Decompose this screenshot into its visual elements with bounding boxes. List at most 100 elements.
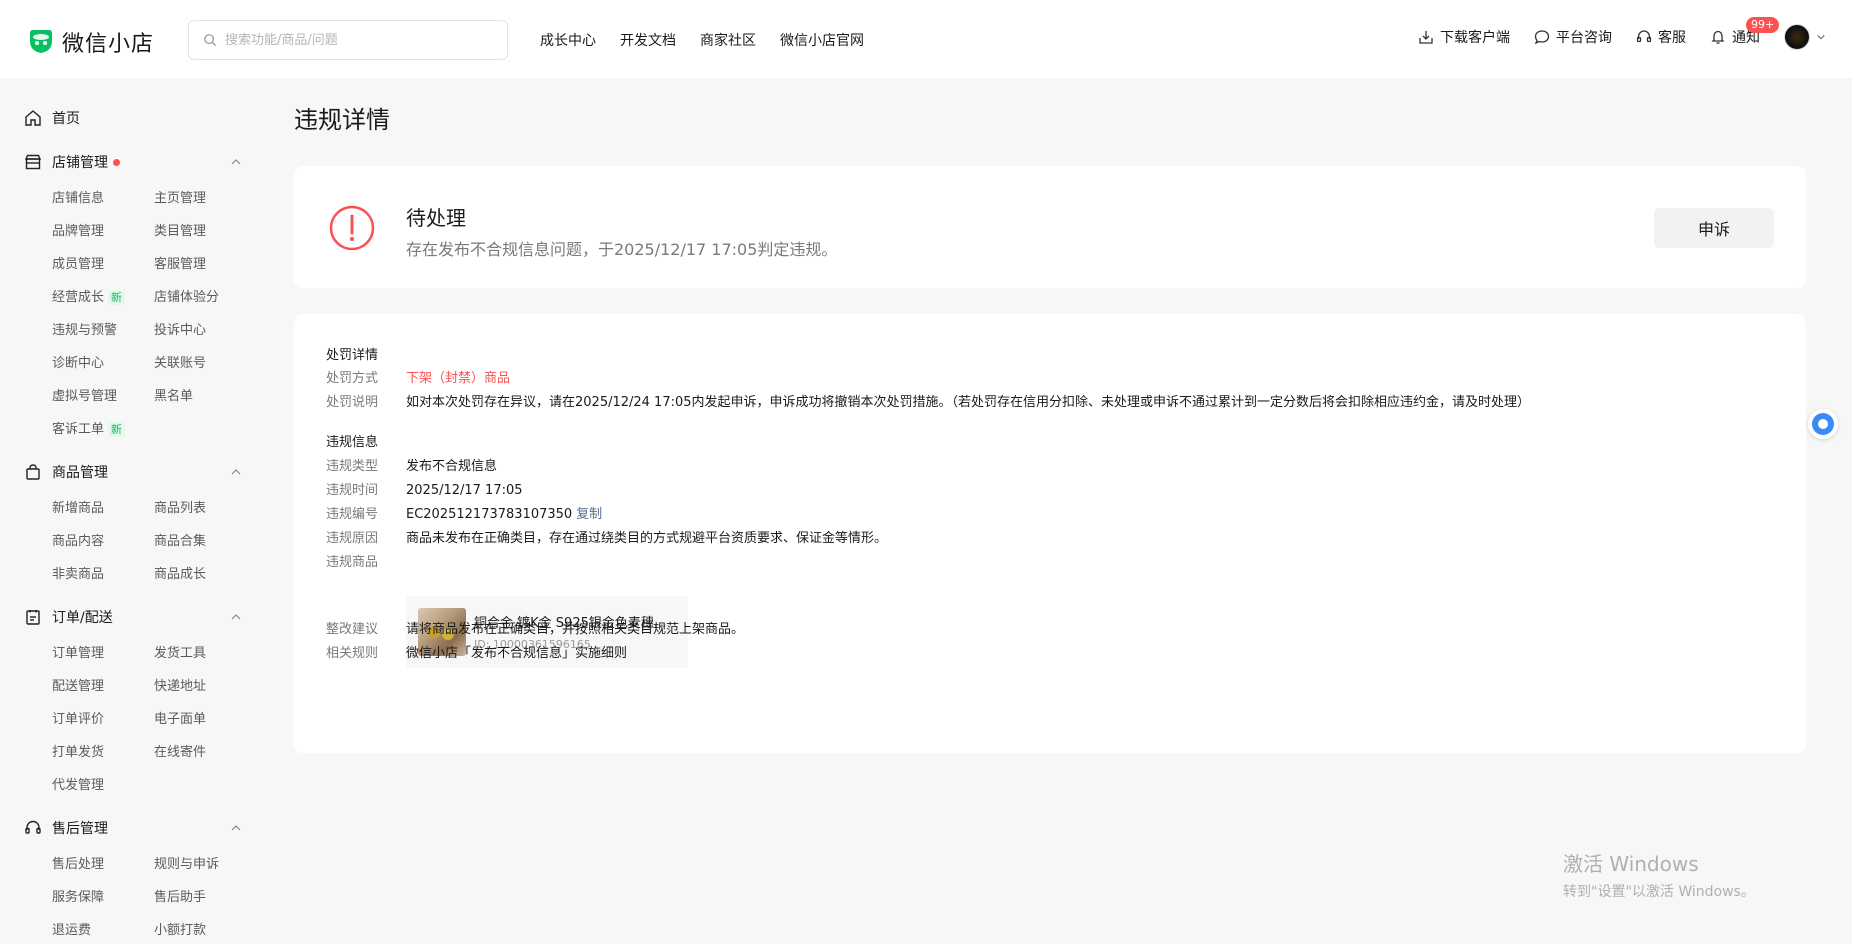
sidebar-item-product-content[interactable]: 商品内容	[52, 525, 154, 558]
field-label: 违规类型	[326, 459, 379, 474]
sidebar-item-product-growth[interactable]: 商品成长	[154, 558, 250, 591]
watermark-line1: 激活 Windows	[1563, 852, 1699, 876]
page-title: 违规详情	[294, 106, 390, 134]
home-icon	[25, 110, 41, 126]
sidebar-item-experience-score[interactable]: 店铺体验分	[154, 281, 250, 314]
sidebar-group-label: 店铺管理	[52, 155, 108, 171]
sidebar-group-aftersales-header[interactable]: 售后管理	[0, 816, 250, 840]
sidebar-group-label: 订单/配送	[52, 610, 113, 626]
sidebar-item-member-manage[interactable]: 成员管理	[52, 248, 154, 281]
nav-growth-center[interactable]: 成长中心	[540, 30, 596, 50]
field-label: 违规商品	[326, 555, 379, 570]
sidebar-item-category-manage[interactable]: 类目管理	[154, 215, 250, 248]
chat-bubble-icon	[1534, 30, 1550, 45]
notification-button[interactable]: 通知 99+	[1710, 17, 1780, 47]
sidebar-item-cs-manage[interactable]: 客服管理	[154, 248, 250, 281]
sidebar-item-store-info[interactable]: 店铺信息	[52, 182, 154, 215]
sidebar-item-brand-manage[interactable]: 品牌管理	[52, 215, 154, 248]
new-tag: 新	[108, 422, 126, 437]
top-bar: 微信小店 成长中心 开发文档 商家社区 微信小店官网 下载客户端 平台咨询 客服…	[0, 0, 1852, 78]
sidebar-item-service-guarantee[interactable]: 服务保障	[52, 881, 154, 914]
sidebar-group-products-header[interactable]: 商品管理	[0, 460, 250, 484]
sidebar-item-express-address[interactable]: 快递地址	[154, 670, 250, 703]
sidebar-item-order-reviews[interactable]: 订单评价	[52, 703, 154, 736]
sidebar-group-orders-header[interactable]: 订单/配送	[0, 605, 250, 629]
sidebar-item-rules-appeal[interactable]: 规则与申诉	[154, 848, 250, 881]
sidebar-item-dropship-manage[interactable]: 代发管理	[52, 769, 154, 802]
sidebar-item-complaint-center[interactable]: 投诉中心	[154, 314, 250, 347]
sidebar-item-complaint-ticket[interactable]: 客诉工单新	[52, 413, 154, 446]
search-input[interactable]	[225, 32, 485, 48]
windows-activation-watermark: 激活 Windows 转到"设置"以激活 Windows。	[1563, 848, 1755, 901]
bell-icon	[1711, 30, 1725, 44]
watermark-line2: 转到"设置"以激活 Windows。	[1563, 884, 1755, 900]
alert-dot	[113, 158, 120, 166]
appeal-button[interactable]: 申诉	[1654, 208, 1774, 248]
sidebar-item-shipping-tools[interactable]: 发货工具	[154, 637, 250, 670]
field-label: 相关规则	[326, 646, 379, 661]
nav-dev-docs[interactable]: 开发文档	[620, 30, 676, 50]
copy-link[interactable]: 复制	[576, 506, 602, 524]
sidebar-item-blacklist[interactable]: 黑名单	[154, 380, 250, 413]
warning-circle-icon	[329, 205, 375, 251]
field-label: 处罚说明	[326, 395, 379, 410]
sidebar-group-store-header[interactable]: 店铺管理	[0, 150, 250, 174]
sidebar-item-product-collection[interactable]: 商品合集	[154, 525, 250, 558]
download-label: 下载客户端	[1440, 30, 1510, 46]
sidebar-item-print-ship[interactable]: 打单发货	[52, 736, 154, 769]
sidebar-item-online-send[interactable]: 在线寄件	[154, 736, 250, 769]
violation-reason-value: 商品未发布在正确类目，存在通过绕类目的方式规避平台资质要求、保证金等情形。	[406, 531, 888, 546]
violation-id-value: EC202512173783107350	[406, 507, 573, 522]
sidebar-item-e-waybill[interactable]: 电子面单	[154, 703, 250, 736]
suggestion-value: 请将商品发布在正确类目，并按照相关类目规范上架商品。	[406, 622, 745, 637]
app-logo[interactable]: 微信小店	[26, 26, 154, 58]
sidebar-item-linked-accounts[interactable]: 关联账号	[154, 347, 250, 380]
sidebar-item-order-manage[interactable]: 订单管理	[52, 637, 154, 670]
sidebar-item-add-product[interactable]: 新增商品	[52, 492, 154, 525]
platform-consult-button[interactable]: 平台咨询	[1534, 27, 1612, 47]
sidebar-item-non-sale-product[interactable]: 非卖商品	[52, 558, 154, 591]
row-suggestion: 整改建议 请将商品发布在正确类目，并按照相关类目规范上架商品。	[326, 621, 744, 639]
new-tag: 新	[108, 290, 126, 305]
download-icon	[1419, 31, 1433, 44]
status-description: 存在发布不合规信息问题，于2025/12/17 17:05判定违规。	[406, 240, 838, 259]
sidebar-item-virtual-number[interactable]: 虚拟号管理	[52, 380, 154, 413]
row-violation-time: 违规时间 2025/12/17 17:05	[326, 482, 523, 500]
sidebar-item-delivery-manage[interactable]: 配送管理	[52, 670, 154, 703]
user-menu[interactable]	[1784, 24, 1826, 50]
top-right-actions: 下载客户端 平台咨询 客服 通知 99+	[1418, 17, 1826, 50]
shopping-bag-icon	[26, 464, 40, 480]
app-name: 微信小店	[62, 32, 155, 57]
chevron-up-icon	[231, 825, 241, 831]
search-box[interactable]	[188, 20, 508, 60]
sidebar-item-small-payment[interactable]: 小额打款	[154, 914, 250, 944]
sidebar-item-aftersale-process[interactable]: 售后处理	[52, 848, 154, 881]
headset-icon	[1636, 30, 1652, 43]
row-penalty-method: 处罚方式 下架（封禁）商品	[326, 370, 510, 388]
chevron-down-icon	[1817, 34, 1825, 40]
row-penalty-explain: 处罚说明 如对本次处罚存在异议，请在2025/12/24 17:05内发起申诉，…	[326, 394, 1530, 412]
sidebar-item-homepage-manage[interactable]: 主页管理	[154, 182, 250, 215]
sidebar: 首页 店铺管理 店铺信息 主页管理 品牌管理 类目管理 成员管理 客服管理 经营…	[0, 78, 250, 944]
nav-merchant-community[interactable]: 商家社区	[700, 30, 756, 50]
sidebar-item-home[interactable]: 首页	[0, 106, 250, 130]
field-label: 整改建议	[326, 622, 379, 637]
nav-official-site[interactable]: 微信小店官网	[780, 30, 864, 50]
chevron-up-icon	[231, 159, 241, 165]
sidebar-item-product-list[interactable]: 商品列表	[154, 492, 250, 525]
sidebar-group-products: 商品管理 新增商品 商品列表 商品内容 商品合集 非卖商品 商品成长	[0, 460, 250, 591]
floating-assistant-button[interactable]	[1808, 409, 1838, 439]
sidebar-group-store: 店铺管理 店铺信息 主页管理 品牌管理 类目管理 成员管理 客服管理 经营成长新…	[0, 150, 250, 446]
sidebar-item-business-growth[interactable]: 经营成长新	[52, 281, 154, 314]
section-title-penalty: 处罚详情	[326, 348, 379, 363]
customer-service-button[interactable]: 客服	[1636, 27, 1686, 47]
sidebar-item-diagnosis-center[interactable]: 诊断中心	[52, 347, 154, 380]
store-icon	[24, 154, 42, 170]
sidebar-item-violation-warning[interactable]: 违规与预警	[52, 314, 154, 347]
sidebar-item-return-freight[interactable]: 退运费	[52, 914, 154, 944]
field-label: 违规编号	[326, 507, 379, 522]
search-icon	[204, 34, 217, 47]
download-client-button[interactable]: 下载客户端	[1418, 27, 1510, 47]
sidebar-item-aftersale-assistant[interactable]: 售后助手	[154, 881, 250, 914]
related-rule-link[interactable]: 微信小店「发布不合规信息」实施细则	[406, 645, 627, 663]
